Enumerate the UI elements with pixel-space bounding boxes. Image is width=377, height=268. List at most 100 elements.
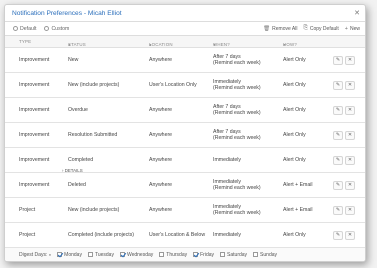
col-location-label: LOCATION	[149, 41, 173, 47]
radio-default[interactable]: Default	[13, 26, 36, 32]
cell-how: Alert + Email	[283, 207, 313, 213]
table-row[interactable]: Improvement Overdue Anywhere After 7 days (R…	[5, 98, 365, 123]
delete-icon[interactable]: ✕	[345, 205, 355, 215]
checkbox[interactable]	[193, 252, 199, 257]
remove-all-button[interactable]: 🗑 Remove All	[263, 26, 297, 32]
cell-how: Alert + Email	[283, 182, 313, 188]
cell-location: Anywhere	[149, 107, 173, 113]
cell-when-secondary: (Remind each week)	[213, 135, 261, 141]
cell-when: Immediately (Remind each week)	[213, 179, 261, 192]
checkbox[interactable]	[57, 252, 63, 257]
radio-default-circle[interactable]	[13, 26, 18, 31]
info-icon: ●	[68, 41, 71, 47]
table-row[interactable]: Improvement New Anywhere After 7 days (Remin…	[5, 48, 365, 73]
checkbox[interactable]	[253, 252, 259, 257]
cell-when-secondary: (Remind each week)	[213, 185, 261, 191]
info-icon: ●	[283, 41, 286, 47]
copy-icon: ⎘	[303, 25, 308, 31]
table-row[interactable]: Improvement New (include projects) User's …	[5, 73, 365, 98]
edit-icon[interactable]: ✎	[333, 180, 343, 190]
edit-icon[interactable]: ✎	[333, 80, 343, 90]
table-row[interactable]: Improvement Completed Anywhere Immediately A…	[5, 148, 365, 173]
delete-icon[interactable]: ✕	[345, 230, 355, 240]
info-icon: ●	[149, 41, 152, 47]
radio-custom-circle[interactable]	[44, 26, 50, 31]
cell-when: Immediately	[213, 232, 241, 239]
edit-icon[interactable]: ✎	[333, 230, 343, 240]
checkbox[interactable]	[87, 252, 93, 257]
edit-icon[interactable]: ✎	[333, 205, 343, 215]
cell-type: Improvement	[19, 157, 50, 163]
cell-type: Improvement	[19, 132, 50, 138]
digest-day-monday[interactable]: Monday	[57, 252, 82, 258]
remove-all-label: Remove All	[272, 25, 298, 32]
cell-status: Overdue	[68, 107, 88, 113]
digest-days-text: Digest Days:	[19, 251, 48, 258]
info-icon: ●	[48, 251, 52, 257]
col-type: TYPE	[19, 39, 32, 44]
delete-icon[interactable]: ✕	[345, 130, 355, 140]
cell-when-secondary: (Remind each week)	[213, 110, 261, 116]
day-label: Sunday	[260, 251, 278, 258]
cell-when-primary: After 7 days	[213, 53, 241, 60]
checkbox[interactable]	[119, 252, 125, 257]
digest-days-list: Monday Tuesday Wednesday Thursday Friday Satu…	[57, 252, 283, 258]
cell-when-secondary: (Remind each week)	[213, 210, 261, 216]
cell-when-secondary: (Remind each week)	[213, 60, 261, 66]
cell-status: Completed (include projects)	[68, 232, 135, 238]
close-icon[interactable]: ✕	[354, 10, 360, 17]
cell-when: After 7 days (Remind each week)	[213, 54, 261, 67]
digest-day-wednesday[interactable]: Wednesday	[119, 251, 154, 258]
edit-icon[interactable]: ✎	[333, 105, 343, 115]
digest-day-tuesday[interactable]: Tuesday	[87, 252, 114, 258]
table-row[interactable]: Improvement Deleted Anywhere Immediately (Re…	[5, 173, 365, 198]
dialog-titlebar: Notification Preferences - Micah Elliot …	[5, 5, 365, 22]
table-row[interactable]: Project New (include projects) Anywhere Imm…	[5, 198, 365, 223]
table-row[interactable]: Project Completed (include projects) User'…	[5, 223, 365, 248]
cell-how: Alert Only	[283, 132, 306, 138]
new-button[interactable]: + New	[345, 26, 360, 32]
delete-icon[interactable]: ✕	[345, 105, 355, 115]
cell-type: Improvement	[19, 82, 50, 88]
dialog-title: Notification Preferences - Micah Elliot	[12, 9, 122, 17]
digest-day-thursday[interactable]: Thursday	[159, 252, 187, 258]
cell-type: Improvement	[19, 107, 50, 113]
day-label: Thursday	[166, 251, 188, 258]
cell-when-secondary: (Remind each week)	[213, 85, 261, 91]
cell-when: Immediately (Remind each week)	[213, 204, 261, 217]
delete-icon[interactable]: ✕	[345, 180, 355, 190]
digest-day-saturday[interactable]: Saturday	[220, 252, 247, 258]
cell-type: Improvement	[19, 182, 50, 188]
cell-when-primary: After 7 days	[213, 103, 241, 110]
delete-icon[interactable]: ✕	[345, 80, 355, 90]
cell-when: After 7 days (Remind each week)	[213, 104, 261, 117]
cell-when-primary: Immediately	[213, 156, 241, 163]
cell-status: New (include projects)	[68, 82, 120, 88]
copy-default-button[interactable]: ⎘ Copy Default	[303, 25, 338, 32]
cell-how: Alert Only	[283, 157, 306, 163]
cell-type: Project	[19, 207, 36, 213]
edit-icon[interactable]: ✎	[333, 155, 343, 165]
day-label: Friday	[200, 251, 215, 258]
edit-icon[interactable]: ✎	[333, 55, 343, 65]
cell-type: Improvement	[19, 57, 50, 63]
notification-preferences-dialog: Notification Preferences - Micah Elliot …	[4, 4, 366, 262]
delete-icon[interactable]: ✕	[345, 55, 355, 65]
digest-day-sunday[interactable]: Sunday	[253, 252, 277, 258]
cell-location: Anywhere	[149, 207, 173, 213]
day-label: Saturday	[227, 251, 248, 258]
checkbox[interactable]	[220, 252, 226, 257]
cell-when-primary: Immediately	[213, 203, 241, 210]
cell-location: Anywhere	[149, 157, 173, 163]
cell-when: Immediately (Remind each week)	[213, 79, 261, 92]
table-row[interactable]: Improvement Resolution Submitted Anywhere A…	[5, 123, 365, 148]
radio-default-label: Default	[20, 25, 37, 32]
cell-when: Immediately	[213, 157, 241, 164]
digest-day-friday[interactable]: Friday	[193, 252, 214, 258]
edit-icon[interactable]: ✎	[333, 130, 343, 140]
checkbox[interactable]	[159, 252, 165, 257]
radio-custom[interactable]: Custom	[44, 26, 69, 32]
toolbar: Default Custom 🗑 Remove All ⎘ Copy Defau…	[5, 22, 365, 36]
day-label: Wednesday	[126, 251, 154, 258]
delete-icon[interactable]: ✕	[345, 155, 355, 165]
